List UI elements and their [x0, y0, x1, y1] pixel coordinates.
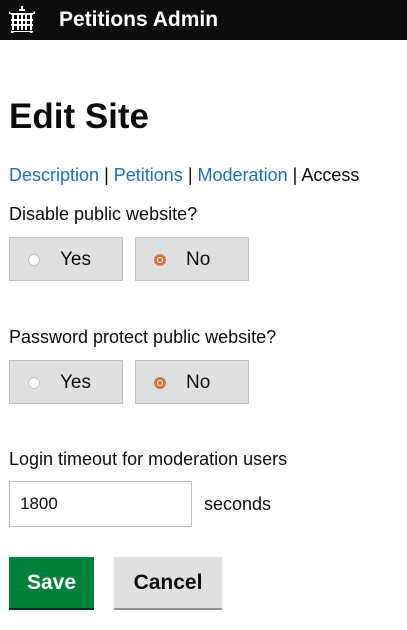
subnav-separator: | [292, 165, 298, 185]
disable-public-no-option[interactable]: No [135, 237, 249, 281]
login-timeout-unit: seconds [204, 494, 272, 514]
subnav-current-access: Access [301, 165, 360, 185]
subnav-separator: | [104, 165, 109, 185]
radio-label: Yes [60, 249, 91, 270]
header-bar: Petitions Admin [0, 0, 407, 40]
radio-label: No [186, 372, 211, 393]
subnav-separator: | [187, 165, 193, 185]
subnav-link-description[interactable]: Description [9, 165, 99, 185]
radio-unselected-icon[interactable] [28, 254, 40, 266]
portcullis-icon[interactable] [8, 6, 36, 34]
password-protect-yes-option[interactable]: Yes [9, 360, 123, 404]
radio-unselected-icon[interactable] [28, 377, 40, 389]
radio-label: No [186, 249, 211, 270]
password-protect-label: Password protect public website? [9, 327, 277, 347]
login-timeout-label: Login timeout for moderation users [9, 449, 288, 469]
save-button[interactable]: Save [9, 557, 94, 608]
app-title[interactable]: Petitions Admin [59, 7, 218, 33]
radio-selected-icon[interactable] [154, 377, 166, 389]
subnav: Description | Petitions | Moderation | A… [9, 163, 359, 187]
page-title: Edit Site [9, 97, 150, 136]
login-timeout-input[interactable] [9, 481, 192, 527]
disable-public-yes-option[interactable]: Yes [9, 237, 123, 281]
radio-label: Yes [60, 372, 91, 393]
subnav-link-petitions[interactable]: Petitions [114, 165, 183, 185]
subnav-link-moderation[interactable]: Moderation [198, 165, 288, 185]
radio-selected-icon[interactable] [154, 254, 166, 266]
disable-public-label: Disable public website? [9, 204, 198, 224]
cancel-button[interactable]: Cancel [114, 557, 222, 608]
password-protect-no-option[interactable]: No [135, 360, 249, 404]
